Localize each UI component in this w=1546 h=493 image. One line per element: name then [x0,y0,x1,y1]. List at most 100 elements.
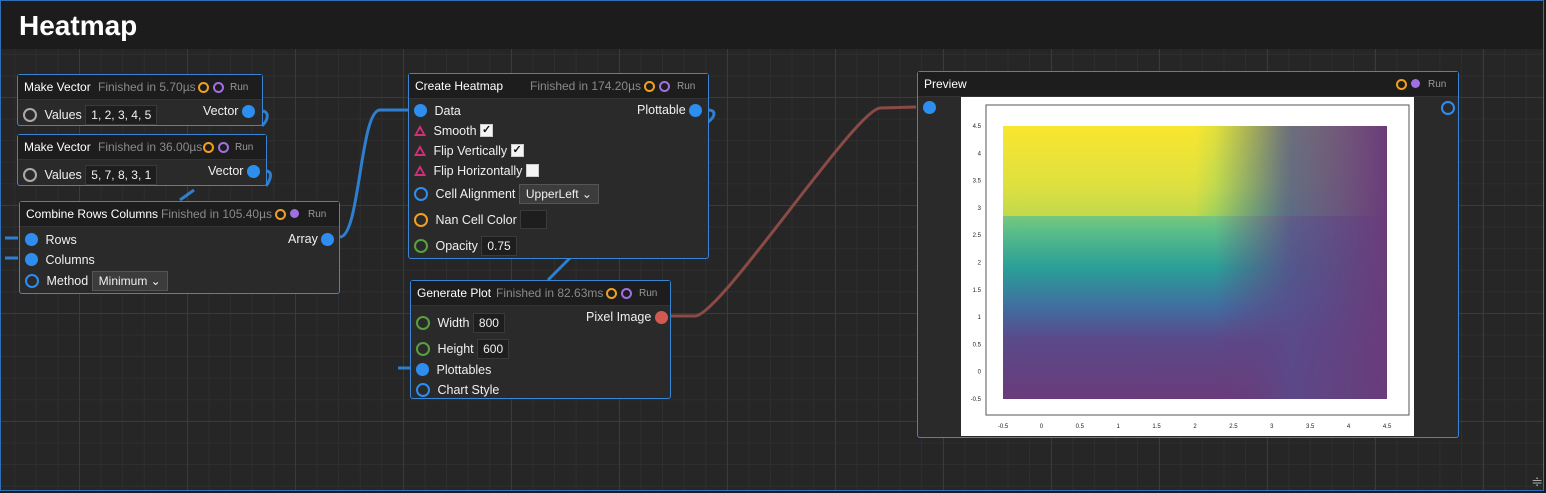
opacity-input[interactable]: 0.75 [481,236,517,256]
opacity-pin[interactable] [414,239,428,253]
node-status: Finished in 174.20µs [530,79,641,93]
run-output-icon [1396,79,1407,90]
x-tick-label: 0.5 [1076,424,1085,430]
flip-horizontally-checkbox[interactable] [525,164,539,178]
method-label: Method [46,274,89,288]
plottables-pin[interactable] [416,363,429,377]
method-pin[interactable] [25,274,39,288]
height-pin[interactable] [416,342,430,356]
x-tick-label: 1.5 [1152,424,1161,430]
smooth-checkbox[interactable]: ✓ [480,124,494,138]
y-tick-label: 1 [978,315,982,321]
heatmap-plot: -0.5 0 0.5 1 1.5 2 2.5 3 3.5 4 4.5 4.5 4 3.5 3 2.5 2 1.5… [971,104,1410,430]
values-input[interactable]: 5, 7, 8, 3, 1 [85,165,158,185]
run-button[interactable]: Run [308,209,326,220]
flip-vertically-pin[interactable] [414,145,426,157]
height-input[interactable]: 600 [477,339,510,359]
method-select[interactable]: Minimum ⌄ [91,271,168,291]
chart-style-pin[interactable] [416,382,430,397]
node-title: Create Heatmap [415,79,504,93]
vector-output-label: Vector [203,104,239,118]
cell-alignment-select[interactable]: UpperLeft ⌄ [518,184,599,204]
run-input-icon [213,82,224,93]
opacity-label: Opacity [435,239,478,253]
wire-plottable-to-plot [546,256,572,282]
flip-horizontally-label: Flip Horizontally [433,163,523,178]
y-tick-label: 3.5 [973,179,982,185]
x-tick-label: 3.5 [1306,424,1315,430]
run-button[interactable]: Run [230,82,248,93]
width-label: Width [437,316,470,330]
smooth-label: Smooth [433,123,477,138]
x-tick-label: 4.5 [1383,424,1392,430]
make-vector-node-1[interactable]: Make Vector Finished in 5.70µs Run Value… [17,74,263,126]
x-tick-label: 0 [1040,424,1044,430]
rows-pin[interactable] [25,233,38,247]
nan-cell-color-swatch[interactable] [520,210,548,229]
resize-grip-icon[interactable]: ≑ [1531,473,1543,490]
y-tick-label: 0.5 [973,342,982,348]
run-button[interactable]: Run [639,288,657,299]
array-output-pin[interactable] [321,233,335,247]
heatmap-top-band [1003,126,1387,216]
values-pin[interactable] [23,168,37,182]
values-pin[interactable] [23,108,37,122]
y-tick-label: 0 [978,370,982,376]
flip-vertically-checkbox[interactable]: ✓ [510,144,524,158]
run-input-icon [659,81,670,92]
combine-rows-columns-node[interactable]: Combine Rows Columns Finished in 105.40µ… [19,201,340,294]
values-input[interactable]: 1, 2, 3, 4, 5 [85,105,158,125]
plottable-output-pin[interactable] [689,104,703,118]
smooth-pin[interactable] [414,125,426,137]
run-input-icon [621,288,632,299]
vector-output-label: Vector [208,164,244,178]
run-button[interactable]: Run [235,142,253,153]
vector-output-pin[interactable] [246,165,260,179]
rows-label: Rows [45,232,77,247]
values-label: Values [44,168,82,182]
data-label: Data [434,103,461,118]
y-tick-labels: 4.5 4 3.5 3 2.5 2 1.5 1 0.5 0 -0.5 [971,124,982,403]
node-title: Make Vector [24,80,91,94]
width-pin[interactable] [416,316,430,330]
x-tick-labels: -0.5 0 0.5 1 1.5 2 2.5 3 3.5 4 4.5 [998,424,1392,430]
columns-pin[interactable] [25,253,38,267]
run-output-icon [198,82,209,93]
run-button[interactable]: Run [677,81,695,92]
x-tick-label: 2 [1193,424,1197,430]
run-output-icon [606,288,617,299]
flip-vertically-label: Flip Vertically [433,143,508,158]
x-tick-label: -0.5 [998,424,1009,430]
columns-label: Columns [45,252,95,267]
run-input-icon [290,209,299,218]
generate-plot-node[interactable]: Generate Plot Finished in 82.63ms Run Wi… [410,280,671,399]
make-vector-node-2[interactable]: Make Vector Finished in 36.00µs Run Valu… [17,134,267,186]
y-tick-label: 2 [978,261,982,267]
preview-output-pin[interactable] [1441,101,1455,115]
node-status: Finished in 36.00µs [98,140,203,154]
height-label: Height [437,342,474,356]
y-tick-label: 3 [978,206,982,212]
nan-cell-color-label: Nan Cell Color [435,212,517,227]
create-heatmap-node[interactable]: Create Heatmap Finished in 174.20µs Run … [408,73,709,259]
preview-image: -0.5 0 0.5 1 1.5 2 2.5 3 3.5 4 4.5 4.5 4 3.5 3 2.5 2 1.5… [961,97,1414,436]
pixel-image-output-label: Pixel Image [586,310,652,324]
flip-horizontally-pin[interactable] [414,165,426,177]
array-output-label: Array [288,232,318,246]
image-input-pin[interactable] [923,101,936,114]
node-status: Finished in 82.63ms [496,286,604,300]
node-title: Preview [924,77,967,91]
values-label: Values [44,108,82,122]
pixel-image-output-pin[interactable] [654,311,668,325]
method-select-value: Minimum [98,274,148,288]
cell-alignment-value: UpperLeft [525,187,579,201]
run-button[interactable]: Run [1428,79,1446,90]
y-tick-label: 2.5 [973,233,982,239]
data-pin[interactable] [414,104,427,118]
x-tick-label: 4 [1347,424,1351,430]
cell-alignment-pin[interactable] [414,187,428,201]
nan-cell-color-pin[interactable] [414,212,428,227]
vector-output-pin[interactable] [241,105,255,119]
width-input[interactable]: 800 [472,313,505,333]
run-output-icon [203,142,214,153]
